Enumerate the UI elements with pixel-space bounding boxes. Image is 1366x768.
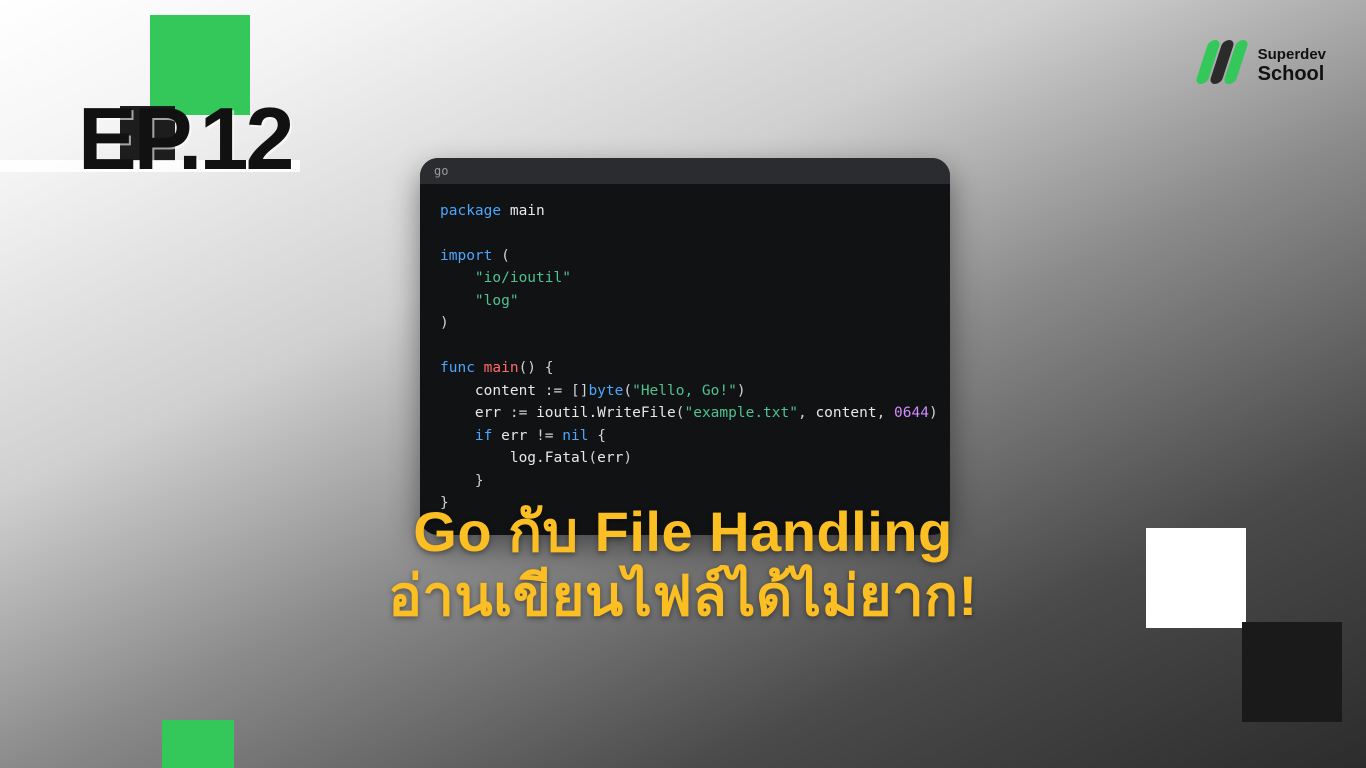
brand-line2: School <box>1258 63 1326 86</box>
headline-line1: Go กับ File Handling <box>0 500 1366 564</box>
code-language-label: go <box>420 158 950 184</box>
code-body: package main import ( "io/ioutil" "log" … <box>420 184 950 535</box>
brand-text: Superdev School <box>1258 46 1326 86</box>
code-snippet-window: go package main import ( "io/ioutil" "lo… <box>420 158 950 535</box>
brand-logo: Superdev School <box>1196 40 1326 92</box>
brand-line1: Superdev <box>1258 46 1326 63</box>
brand-mark-icon <box>1196 40 1248 92</box>
headline-line2: อ่านเขียนไฟล์ได้ไม่ยาก! <box>0 564 1366 628</box>
deco-square-green-bottom <box>162 720 234 768</box>
deco-square-dark-bottom-right <box>1242 622 1342 722</box>
episode-label: EP.12 <box>78 88 291 190</box>
headline: Go กับ File Handling อ่านเขียนไฟล์ได้ไม่… <box>0 500 1366 629</box>
